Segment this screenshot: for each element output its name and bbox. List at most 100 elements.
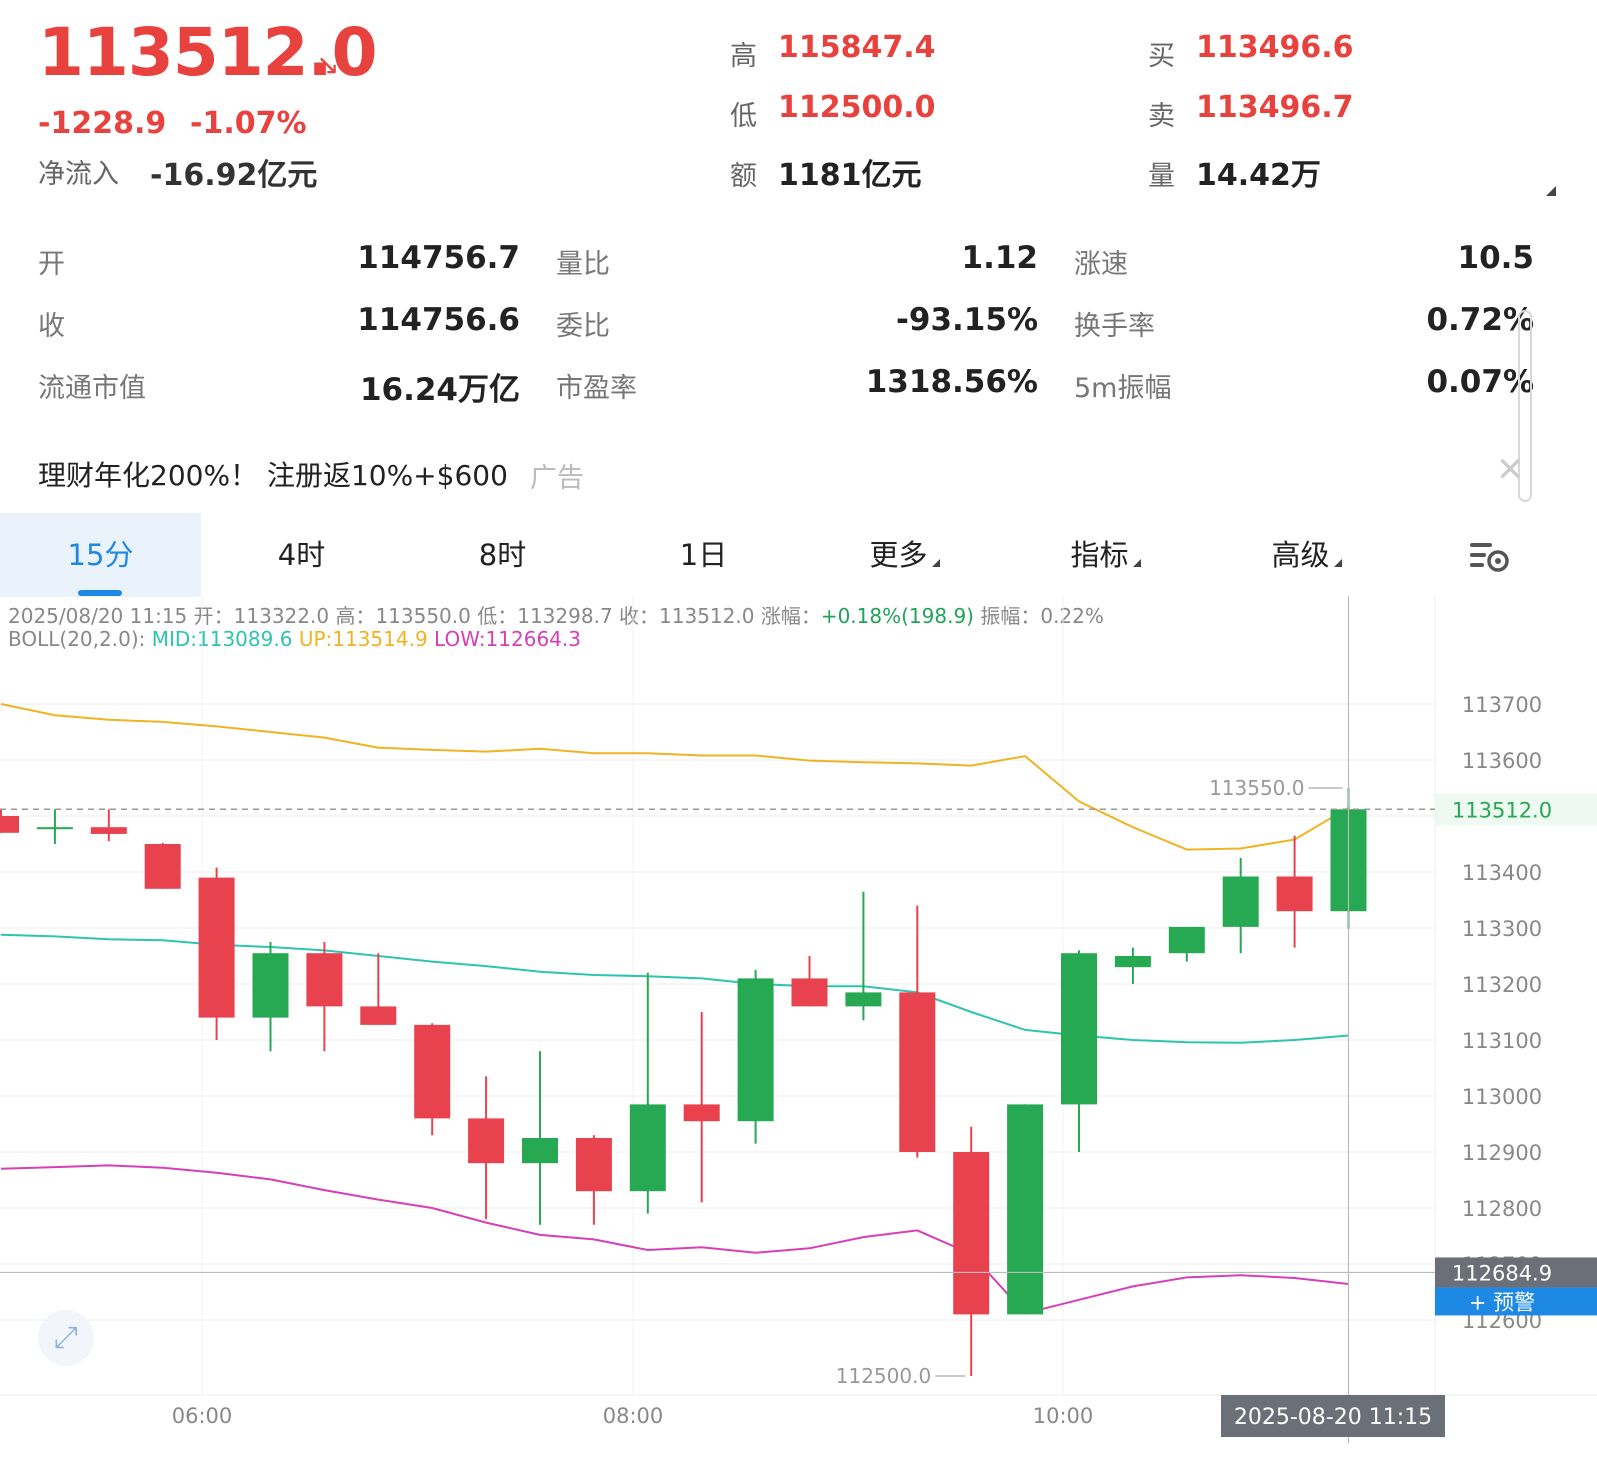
low-value: 112500.0 [778,90,936,125]
candle-body [899,992,936,1152]
stat-value: -93.15% [896,302,1038,338]
stat-label: 涨速 [1074,249,1128,280]
stat-value: 0.72% [1426,302,1534,338]
candle-body [791,978,828,1007]
tab-label: 15分 [67,538,134,572]
stat-label: 委比 [556,311,610,342]
high-value: 115847.4 [778,30,936,65]
tab-label: 更多 [869,538,928,572]
x-tick-label: 10:00 [1033,1404,1094,1428]
tab-label: 1日 [679,538,728,572]
expand-corner-icon[interactable] [1546,186,1556,196]
candle-body [144,844,181,889]
chart-settings-icon [1470,543,1509,572]
net-inflow-label: 净流入 [38,159,119,190]
dropdown-icon [1333,559,1342,567]
boll-upper-line [0,703,1350,851]
candle-body [36,827,73,830]
down-arrow-icon: ↘ [316,48,340,81]
y-tick-label: 113600 [1462,749,1542,773]
y-tick-label: 113700 [1462,693,1542,717]
max-price-marker: 113550.0 [1209,776,1304,800]
tab-label: 高级 [1271,538,1330,572]
stat-label: 开 [38,249,65,280]
stat-value: 1.12 [961,240,1039,276]
candle-body [683,1104,720,1122]
tab-more[interactable]: 更多 [804,513,1005,597]
stat-label: 收 [38,311,65,342]
candle-body [306,953,343,1007]
tab-label: 4时 [277,538,326,572]
ad-banner-text[interactable]: 理财年化200%！ 注册返10%+$600 [38,454,508,494]
candle-body [1168,926,1205,954]
amount-label: 额 [730,161,757,192]
low-label: 低 [730,101,757,132]
y-tick-label: 113200 [1462,973,1542,997]
stat-label: 5m振幅 [1074,373,1172,404]
candle-body [468,1118,505,1164]
candle-body [252,953,289,1018]
tab-4h[interactable]: 4时 [201,513,402,597]
stat-label: 换手率 [1074,311,1155,342]
tab-15m[interactable]: 15分 [0,513,201,597]
x-tick-label: 08:00 [603,1404,664,1428]
stat-value: 114756.7 [357,240,520,276]
candle-body [90,827,127,834]
candle-body [1222,876,1259,927]
min-price-marker: 112500.0 [836,1364,931,1388]
close-icon[interactable]: ✕ [1496,450,1525,490]
stat-value: 0.07% [1426,364,1534,400]
price-change-pct: -1.07% [190,106,307,141]
ask-label: 卖 [1148,101,1175,132]
chart-settings-button[interactable] [1440,513,1540,597]
ask-value: 113496.7 [1196,90,1354,125]
stat-value: 114756.6 [357,302,520,338]
tab-1d[interactable]: 1日 [603,513,804,597]
y-tick-label: 113100 [1462,1029,1542,1053]
y-tick-label: 112800 [1462,1197,1542,1221]
stat-value: 1318.56% [865,364,1038,400]
candle-body [953,1152,990,1315]
bid-value: 113496.6 [1196,30,1354,65]
candle-body [1276,876,1313,912]
candle-body [1061,953,1097,1105]
add-alert-button[interactable]: + 预警 [1469,1290,1535,1314]
high-label: 高 [730,41,757,72]
cursor-time-tag: 2025-08-20 11:15 [1234,1405,1432,1430]
y-tick-label: 113400 [1462,861,1542,885]
boll-lower-line [0,1164,1349,1315]
volume-label: 量 [1148,161,1175,192]
expand-icon: ⤢ [54,1320,78,1355]
bid-label: 买 [1148,41,1175,72]
stat-value: 16.24万亿 [359,372,520,408]
candle-body [198,877,235,1018]
y-tick-label: 113000 [1462,1085,1542,1109]
crosshair-price-tag: 112684.9 [1452,1261,1552,1285]
candle-body [522,1138,558,1164]
candle-body [414,1024,451,1119]
volume-value: 14.42万 [1196,158,1321,193]
stat-label: 市盈率 [556,373,637,404]
y-tick-label: 112900 [1462,1141,1542,1165]
amount-value: 1181亿元 [778,158,922,193]
candle-body [575,1138,612,1192]
tab-indicators[interactable]: 指标 [1005,513,1206,597]
last-price-tag: 113512.0 [1452,798,1552,822]
candle-body [0,816,19,833]
fullscreen-button[interactable]: ⤢ [38,1310,94,1366]
candle-body [737,978,774,1122]
candle-body [1007,1104,1044,1315]
tab-label: 8时 [478,538,527,572]
net-inflow-value: -16.92亿元 [150,158,318,193]
y-tick-label: 113300 [1462,917,1542,941]
tab-8h[interactable]: 8时 [402,513,603,597]
stat-value: 10.5 [1457,240,1535,276]
stat-label: 流通市值 [38,373,146,404]
candlestick-chart[interactable]: 1126001127001128001129001130001131001132… [0,596,1597,1469]
dropdown-icon [931,559,940,567]
ad-tag: 广告 [530,463,584,494]
dropdown-icon [1132,559,1141,567]
tab-advanced[interactable]: 高级 [1206,513,1407,597]
candle-body [629,1104,666,1192]
timeframe-tabs: 15分 4时 8时 1日 更多 指标 高级 [0,513,1597,597]
